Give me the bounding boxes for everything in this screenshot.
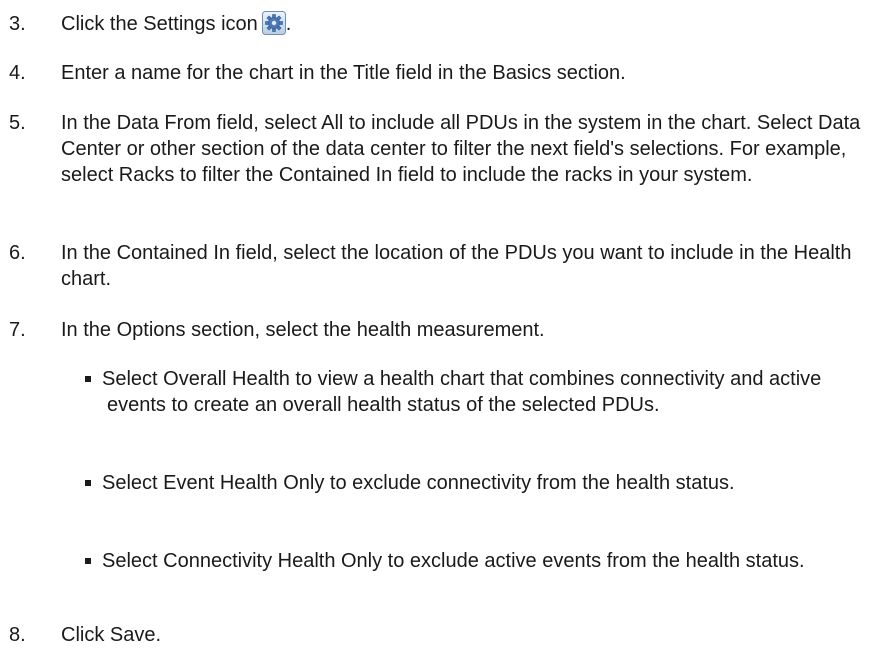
option-text: Select Event Health Only to exclude conn… [102,472,735,494]
instruction-list: 3. Click the Settings icon . 4. Enter a … [0,0,881,654]
step-text-after-icon: . [285,13,292,35]
step-number: 4. [9,62,26,84]
step-number: 6. [9,242,26,264]
option-text: Select Connectivity Health Only to exclu… [102,550,805,572]
bullet-icon [85,376,91,382]
step-text: In the Contained In field, select the lo… [61,242,852,290]
step-text-before-icon: Click the Settings icon [61,13,258,35]
step-text: Click the Settings icon . [61,11,863,37]
step-number: 7. [9,319,26,341]
step-number: 3. [9,13,26,35]
step-number: 5. [9,112,26,134]
bullet-icon [85,558,91,564]
step-text: In the Options section, select the healt… [61,319,545,341]
step-text: Click Save. [61,624,162,646]
option-text: Select Overall Health to view a health c… [102,368,822,416]
step-text: In the Data From field, select All to in… [61,112,861,186]
step-number: 8. [9,624,26,646]
settings-gear-icon [261,11,286,35]
step-text: Enter a name for the chart in the Title … [61,62,626,84]
bullet-icon [85,480,91,486]
